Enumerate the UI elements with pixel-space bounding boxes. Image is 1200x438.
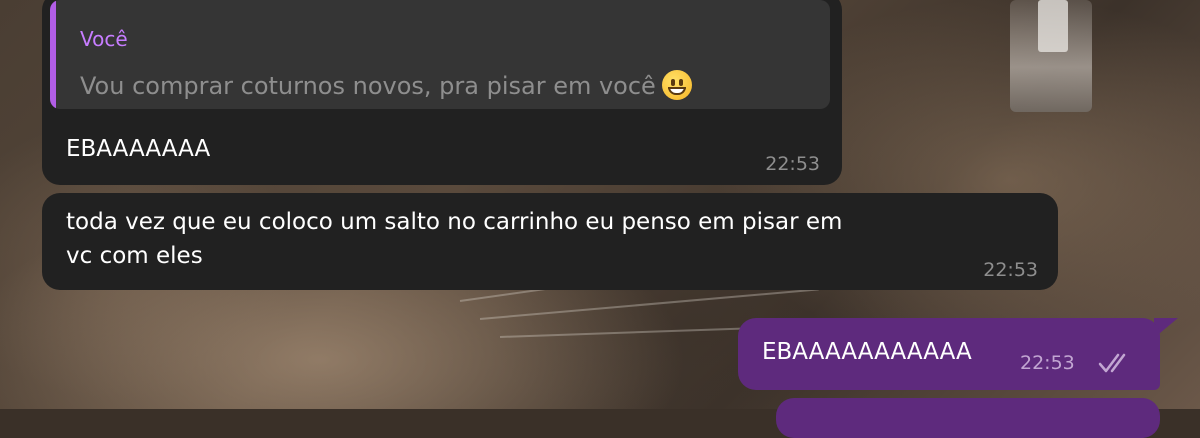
- reply-quote[interactable]: Você Vou comprar coturnos novos, pra pis…: [50, 0, 830, 109]
- reply-text: Vou comprar coturnos novos, pra pisar em…: [80, 70, 692, 101]
- reply-author: Você: [80, 27, 128, 51]
- message-text: EBAAAAAAAAAAA: [762, 339, 972, 365]
- reply-accent-bar: [50, 0, 56, 109]
- message-bubble-incoming[interactable]: toda vez que eu coloco um salto no carri…: [42, 193, 1058, 290]
- grinning-face-emoji-icon: [661, 70, 692, 100]
- wallpaper-detail: [479, 288, 819, 320]
- wallpaper-detail: [1038, 0, 1068, 52]
- message-text: EBAAAAAAA: [66, 136, 211, 162]
- message-bubble-incoming[interactable]: Você Vou comprar coturnos novos, pra pis…: [42, 0, 842, 185]
- reply-text-content: Vou comprar coturnos novos, pra pisar em…: [80, 72, 656, 100]
- message-text-line: toda vez que eu coloco um salto no carri…: [66, 209, 843, 235]
- message-time: 22:53: [1020, 352, 1075, 374]
- message-bubble-outgoing-partial[interactable]: [776, 398, 1160, 438]
- double-check-icon: [1098, 353, 1126, 373]
- message-bubble-outgoing[interactable]: EBAAAAAAAAAAA 22:53: [738, 318, 1160, 390]
- message-time: 22:53: [765, 153, 820, 175]
- message-time: 22:53: [983, 259, 1038, 281]
- message-text-line: vc com eles: [66, 243, 203, 269]
